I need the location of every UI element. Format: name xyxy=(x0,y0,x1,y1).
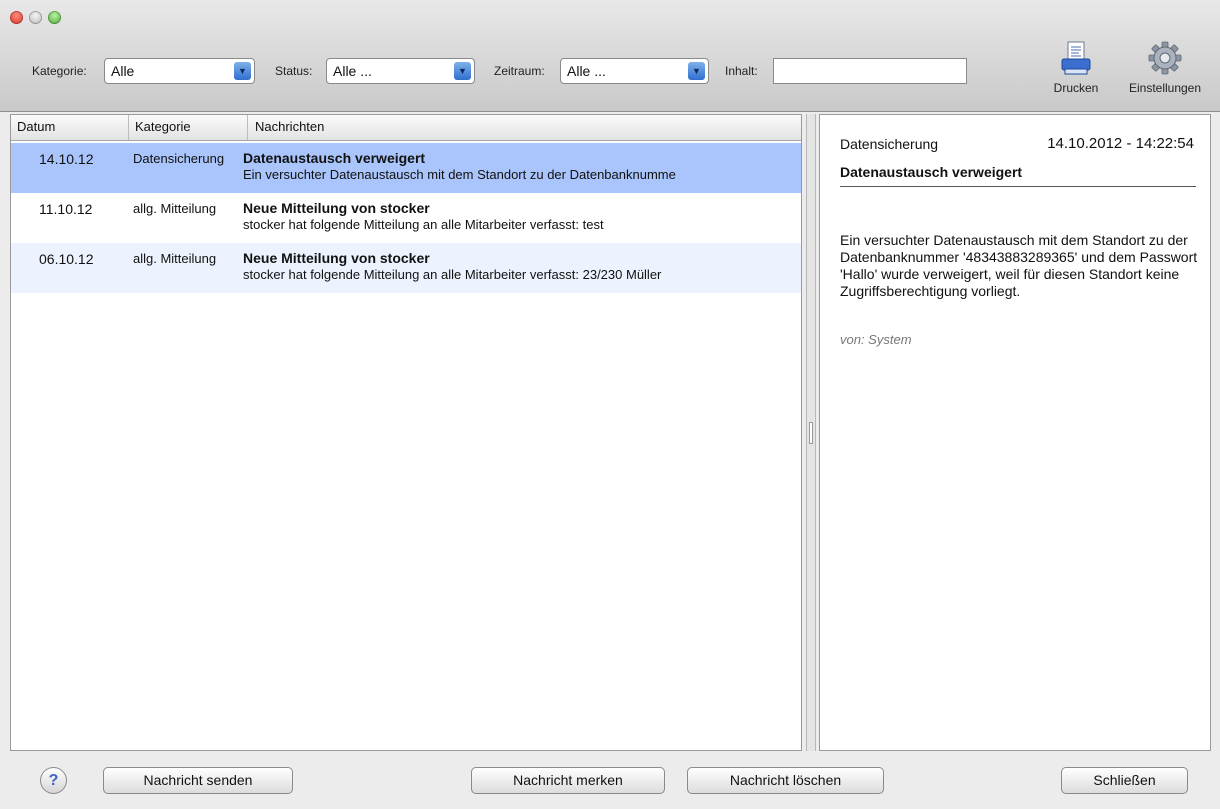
chevron-down-icon: ▼ xyxy=(688,62,705,80)
timeframe-filter-label: Zeitraum: xyxy=(494,64,545,78)
splitter-grip[interactable] xyxy=(809,422,813,444)
row-category: Datensicherung xyxy=(133,151,225,166)
chevron-down-icon: ▼ xyxy=(454,62,471,80)
row-date: 14.10.12 xyxy=(39,151,94,167)
column-header-category[interactable]: Kategorie xyxy=(135,119,191,134)
category-select[interactable]: Alle ▼ xyxy=(104,58,255,84)
timeframe-select[interactable]: Alle ... ▼ xyxy=(560,58,709,84)
toolbar: Kategorie: Alle ▼ Status: Alle ... ▼ Zei… xyxy=(0,0,1220,112)
status-filter-label: Status: xyxy=(275,64,313,78)
category-select-value: Alle xyxy=(111,63,135,79)
detail-timestamp: 14.10.2012 - 14:22:54 xyxy=(1047,135,1194,152)
row-date: 11.10.12 xyxy=(39,201,93,217)
close-window-button[interactable] xyxy=(10,11,23,24)
row-category: allg. Mitteilung xyxy=(133,201,217,216)
print-button[interactable]: Drucken xyxy=(1047,40,1105,95)
settings-button-label: Einstellungen xyxy=(1128,81,1202,95)
row-preview: stocker hat folgende Mitteilung an alle … xyxy=(243,267,662,282)
row-preview: Ein versuchter Datenaustausch mit dem St… xyxy=(243,167,676,182)
list-header: Datum Kategorie Nachrichten xyxy=(11,115,801,141)
detail-body: Ein versuchter Datenaustausch mit dem St… xyxy=(840,232,1198,299)
message-row[interactable]: 06.10.12 allg. Mitteilung Neue Mitteilun… xyxy=(11,243,801,293)
content-search-input[interactable] xyxy=(773,58,967,84)
detail-divider xyxy=(840,186,1196,187)
settings-button[interactable]: Einstellungen xyxy=(1117,40,1213,95)
chevron-down-icon: ▼ xyxy=(234,62,251,80)
row-preview: stocker hat folgende Mitteilung an alle … xyxy=(243,217,604,232)
detail-subject: Datenaustausch verweigert xyxy=(840,164,1023,180)
row-subject: Neue Mitteilung von stocker xyxy=(243,250,430,266)
minimize-window-button[interactable] xyxy=(29,11,42,24)
row-subject: Datenaustausch verweigert xyxy=(243,150,426,166)
column-divider[interactable] xyxy=(128,115,129,140)
timeframe-select-value: Alle ... xyxy=(567,63,606,79)
help-button[interactable]: ? xyxy=(40,767,67,794)
zoom-window-button[interactable] xyxy=(48,11,61,24)
gear-icon xyxy=(1148,41,1182,75)
column-header-date[interactable]: Datum xyxy=(17,119,55,134)
status-select[interactable]: Alle ... ▼ xyxy=(326,58,475,84)
mark-message-button[interactable]: Nachricht merken xyxy=(471,767,665,794)
detail-sender: von: System xyxy=(840,332,912,347)
message-window: Kategorie: Alle ▼ Status: Alle ... ▼ Zei… xyxy=(0,0,1220,809)
printer-icon xyxy=(1061,41,1091,75)
status-select-value: Alle ... xyxy=(333,63,372,79)
row-subject: Neue Mitteilung von stocker xyxy=(243,200,430,216)
pane-splitter[interactable] xyxy=(806,114,816,751)
message-detail: Datensicherung 14.10.2012 - 14:22:54 Dat… xyxy=(819,114,1211,751)
message-row[interactable]: 11.10.12 allg. Mitteilung Neue Mitteilun… xyxy=(11,193,801,243)
detail-category: Datensicherung xyxy=(840,136,939,152)
row-category: allg. Mitteilung xyxy=(133,251,217,266)
message-list: Datum Kategorie Nachrichten 14.10.12 Dat… xyxy=(10,114,802,751)
print-button-label: Drucken xyxy=(1053,81,1099,95)
delete-message-button[interactable]: Nachricht löschen xyxy=(687,767,884,794)
content-filter-label: Inhalt: xyxy=(725,64,758,78)
row-date: 06.10.12 xyxy=(39,251,94,267)
window-controls xyxy=(10,11,61,24)
column-header-messages[interactable]: Nachrichten xyxy=(255,119,324,134)
close-button[interactable]: Schließen xyxy=(1061,767,1188,794)
category-filter-label: Kategorie: xyxy=(32,64,87,78)
message-row-selected[interactable]: 14.10.12 Datensicherung Datenaustausch v… xyxy=(11,143,801,193)
column-divider[interactable] xyxy=(247,115,248,140)
help-icon: ? xyxy=(48,772,59,789)
send-message-button[interactable]: Nachricht senden xyxy=(103,767,293,794)
